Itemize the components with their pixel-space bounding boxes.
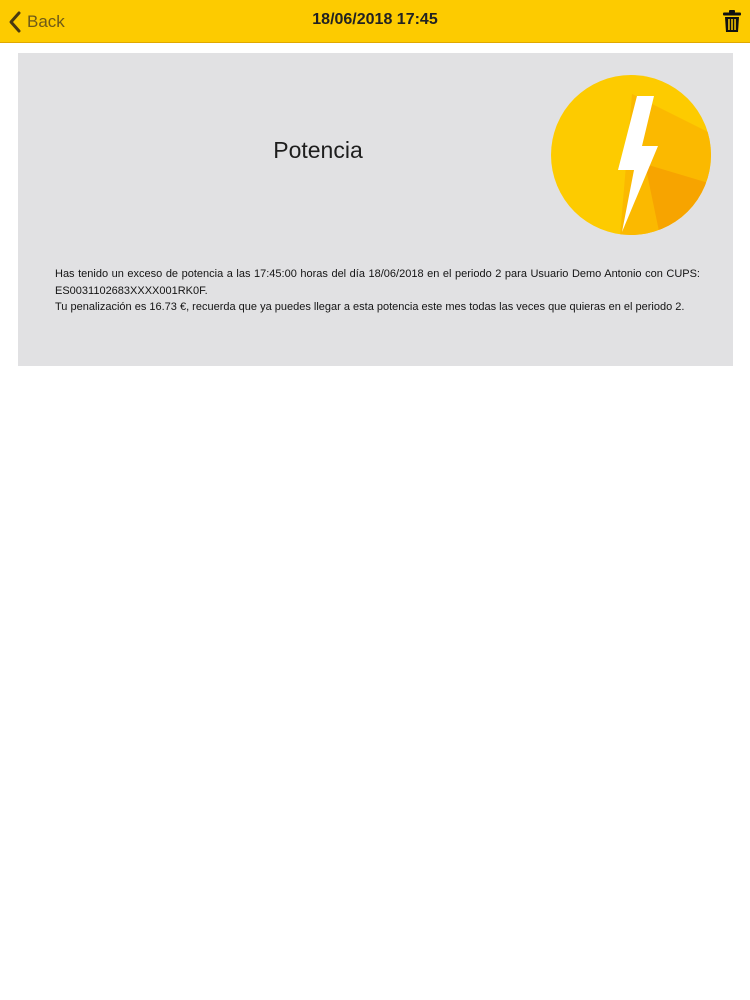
page-title: 18/06/2018 17:45 <box>312 11 438 28</box>
trash-icon <box>722 10 742 37</box>
notification-title: Potencia <box>273 137 363 163</box>
delete-button[interactable] <box>722 9 742 33</box>
message-line: Tu penalización es 16.73 €, recuerda que… <box>55 301 685 313</box>
lightning-bolt-icon <box>550 74 712 236</box>
navigation-bar: Back 18/06/2018 17:45 <box>0 0 750 43</box>
message-line: Has tenido un exceso de potencia a las 1… <box>55 268 700 297</box>
notification-card: Potencia Has tenido un exceso de potenci… <box>18 53 733 366</box>
notification-message: Has tenido un exceso de potencia a las 1… <box>55 266 700 316</box>
